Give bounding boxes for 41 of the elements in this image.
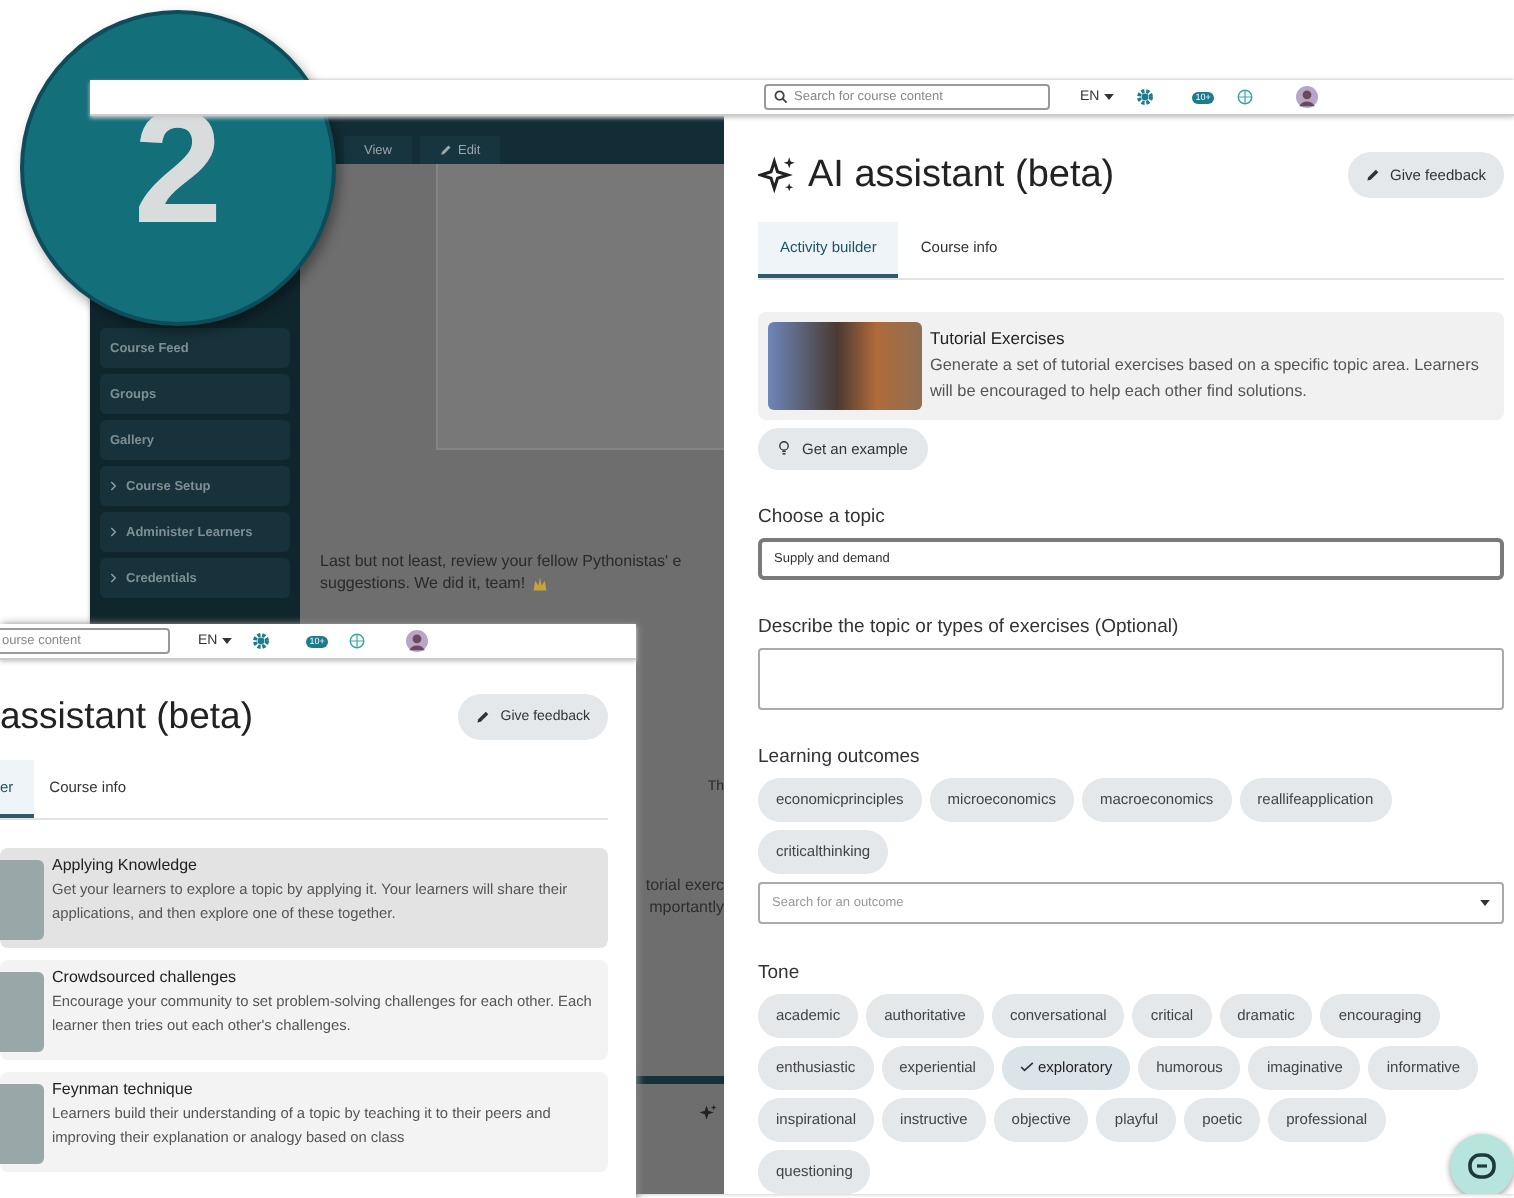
pencil-icon — [439, 144, 452, 156]
caret-icon — [1103, 94, 1114, 100]
chat-icon — [1466, 1150, 1498, 1182]
activity-title: Feynman technique — [52, 1080, 195, 1098]
caret-icon — [1480, 899, 1490, 906]
chevron-icon — [110, 572, 118, 584]
field-label: Describe the topic or types of exercises (Optional) — [758, 616, 1181, 639]
avatar-icon[interactable] — [406, 630, 429, 652]
globe-icon[interactable] — [1236, 88, 1255, 106]
activity-title: Crowdsourced challenges — [52, 968, 239, 986]
photo-placeholder — [0, 972, 44, 1052]
avatar-icon[interactable] — [1296, 86, 1319, 108]
lightbulb-icon — [778, 440, 790, 457]
caret-icon — [221, 638, 232, 644]
pencil-icon — [476, 709, 491, 723]
chevron-icon — [110, 526, 118, 538]
activity-description: Generate a set of tutorial exercises based on a specific topic area. Learners will be encouraged to help each other find solutions. — [930, 353, 1481, 404]
chevron-icon — [110, 480, 118, 492]
activity-title: Tutorial Exercises — [930, 327, 1067, 348]
field-label: Learning outcomes — [758, 745, 922, 768]
check-icon — [1019, 1062, 1034, 1073]
panel-title: assistant (beta) — [0, 694, 255, 738]
content-text: suggestions. We did it, team! — [320, 572, 526, 594]
gear-icon[interactable] — [1135, 88, 1154, 106]
photo-placeholder — [0, 1084, 44, 1164]
field-label: Choose a topic — [758, 506, 887, 529]
chat-button[interactable] — [1450, 1134, 1514, 1194]
content-text: Last but not least, review your fellow Pythonistas' e — [320, 550, 684, 572]
field-label: Tone — [758, 961, 802, 984]
panel-title: AI assistant (beta) — [808, 153, 1117, 197]
content-text: torial exerc — [645, 874, 724, 896]
pencil-icon — [1366, 168, 1381, 182]
gear-icon[interactable] — [251, 632, 270, 650]
globe-icon[interactable] — [348, 632, 367, 650]
description-field[interactable] — [758, 648, 1504, 710]
sparkle-icon — [758, 156, 796, 194]
search-icon — [774, 90, 788, 104]
photo-placeholder — [0, 860, 44, 940]
content-text: mportantly — [647, 896, 724, 918]
activity-title: Applying Knowledge — [52, 856, 199, 874]
sparkle-icon — [698, 1104, 718, 1124]
